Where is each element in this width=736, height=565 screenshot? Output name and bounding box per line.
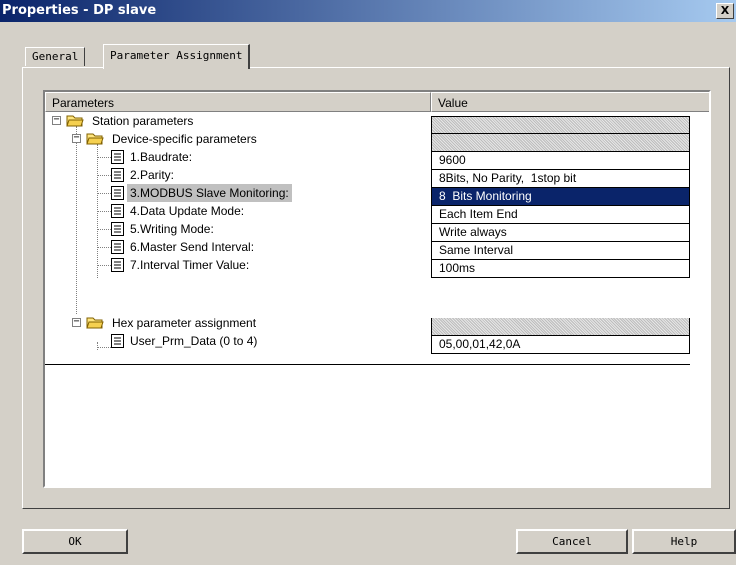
tab-general[interactable]: General xyxy=(25,47,86,66)
ok-button[interactable]: OK xyxy=(22,529,128,554)
cancel-button[interactable]: Cancel xyxy=(516,529,628,554)
tab-panel xyxy=(22,67,730,509)
help-button[interactable]: Help xyxy=(632,529,736,554)
title-bar: Properties - DP slave X xyxy=(0,0,736,22)
window-title: Properties - DP slave xyxy=(2,3,157,18)
tab-parameter-assignment[interactable]: Parameter Assignment xyxy=(103,44,251,69)
close-button[interactable]: X xyxy=(716,3,734,19)
close-icon: X xyxy=(720,4,730,17)
